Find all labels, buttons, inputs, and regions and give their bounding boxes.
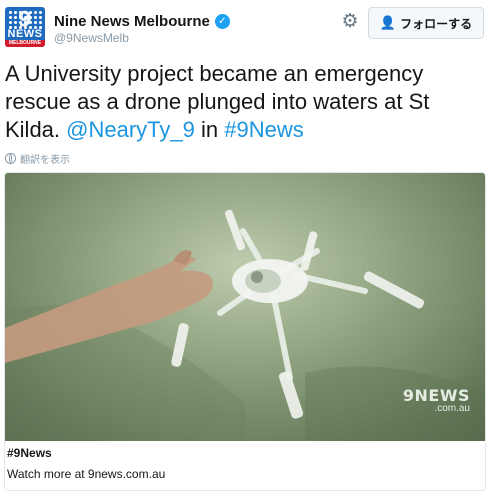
globe-icon (5, 152, 16, 164)
tweet-text-connector: in (194, 117, 225, 142)
news-watermark: 9NEWS .com.au (370, 386, 470, 414)
card-description: Watch more at 9news.com.au (7, 467, 166, 481)
avatar[interactable]: 9 NEWS MELBOURNE (5, 7, 45, 47)
name-row: Nine News Melbourne ✓ (54, 11, 230, 31)
avatar-logo-news: NEWS (7, 28, 43, 40)
account-handle[interactable]: @9NewsMelb (54, 31, 129, 45)
tweet-text: A University project became an emergency… (5, 60, 485, 144)
media-card[interactable]: 9NEWS .com.au #9News Watch more at 9news… (4, 172, 486, 491)
add-user-icon: 👤 (379, 15, 397, 30)
video-player[interactable]: 9NEWS .com.au (5, 173, 485, 441)
card-title: #9News (7, 446, 52, 460)
translate-label: 翻訳を表示 (20, 154, 70, 166)
mention-link[interactable]: @NearyTy_9 (66, 117, 195, 142)
avatar-logo-melbourne: MELBOURNE (5, 40, 45, 47)
tweet-header: 9 NEWS MELBOURNE Nine News Melbourne ✓ @… (0, 0, 490, 52)
hashtag-link[interactable]: #9News (224, 117, 303, 142)
gear-icon[interactable]: ⚙ (340, 12, 360, 32)
follow-button[interactable]: 👤 フォローする (368, 7, 484, 39)
follow-button-label: フォローする (400, 16, 473, 31)
verified-badge-icon: ✓ (214, 13, 230, 29)
display-name[interactable]: Nine News Melbourne (54, 13, 210, 30)
translate-link[interactable]: 翻訳を表示 (5, 151, 70, 166)
card-info[interactable]: #9News Watch more at 9news.com.au (5, 441, 485, 490)
